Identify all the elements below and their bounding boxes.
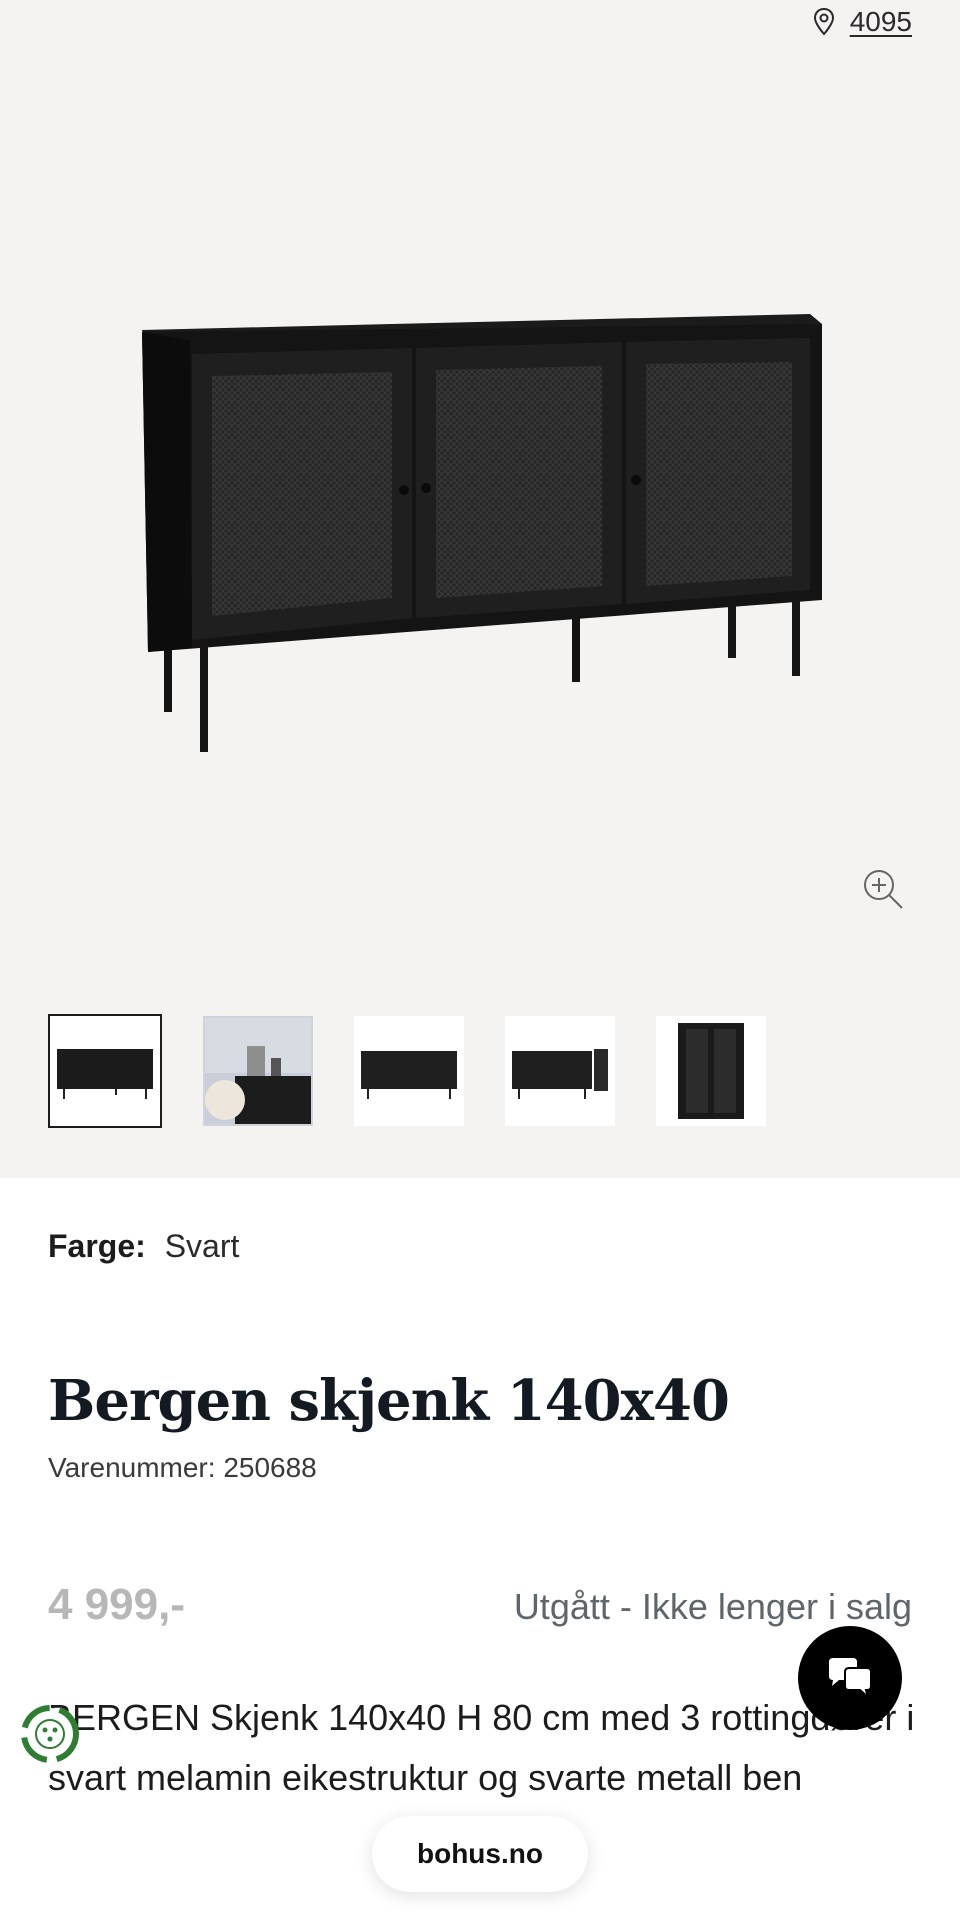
product-image-gallery: 4095 — [0, 0, 960, 1178]
zoom-in-icon[interactable] — [860, 866, 906, 912]
thumbnail-strip — [48, 1014, 766, 1128]
store-location-number[interactable]: 4095 — [850, 6, 912, 38]
product-sku: Varenummer: 250688 — [48, 1452, 317, 1483]
site-url-pill[interactable]: bohus.no — [372, 1816, 588, 1892]
thumb-room-view[interactable] — [203, 1016, 313, 1126]
color-value: Svart — [164, 1228, 240, 1264]
recycle-badge-icon[interactable] — [16, 1700, 84, 1768]
thumb-open-door-view[interactable] — [505, 1016, 615, 1126]
product-title: Bergen skjenk 140x40 — [48, 1368, 730, 1434]
store-location[interactable]: 4095 — [812, 4, 912, 40]
chat-bubbles-icon — [829, 1658, 872, 1700]
chat-button[interactable] — [798, 1626, 902, 1730]
product-description: BERGEN Skjenk 140x40 H 80 cm med 3 rotti… — [48, 1697, 915, 1798]
product-price: 4 999,- — [48, 1580, 185, 1629]
color-label: Farge: — [48, 1228, 146, 1264]
map-pin-icon — [813, 7, 834, 36]
availability-status: Utgått - Ikke lenger i salg — [513, 1586, 912, 1627]
thumb-door-closeup[interactable] — [656, 1016, 766, 1126]
color-selector: Farge: Svart — [48, 1228, 239, 1265]
thumb-front-view-2[interactable] — [354, 1016, 464, 1126]
product-main-image[interactable] — [130, 300, 830, 760]
thumb-front-view[interactable] — [48, 1014, 162, 1128]
